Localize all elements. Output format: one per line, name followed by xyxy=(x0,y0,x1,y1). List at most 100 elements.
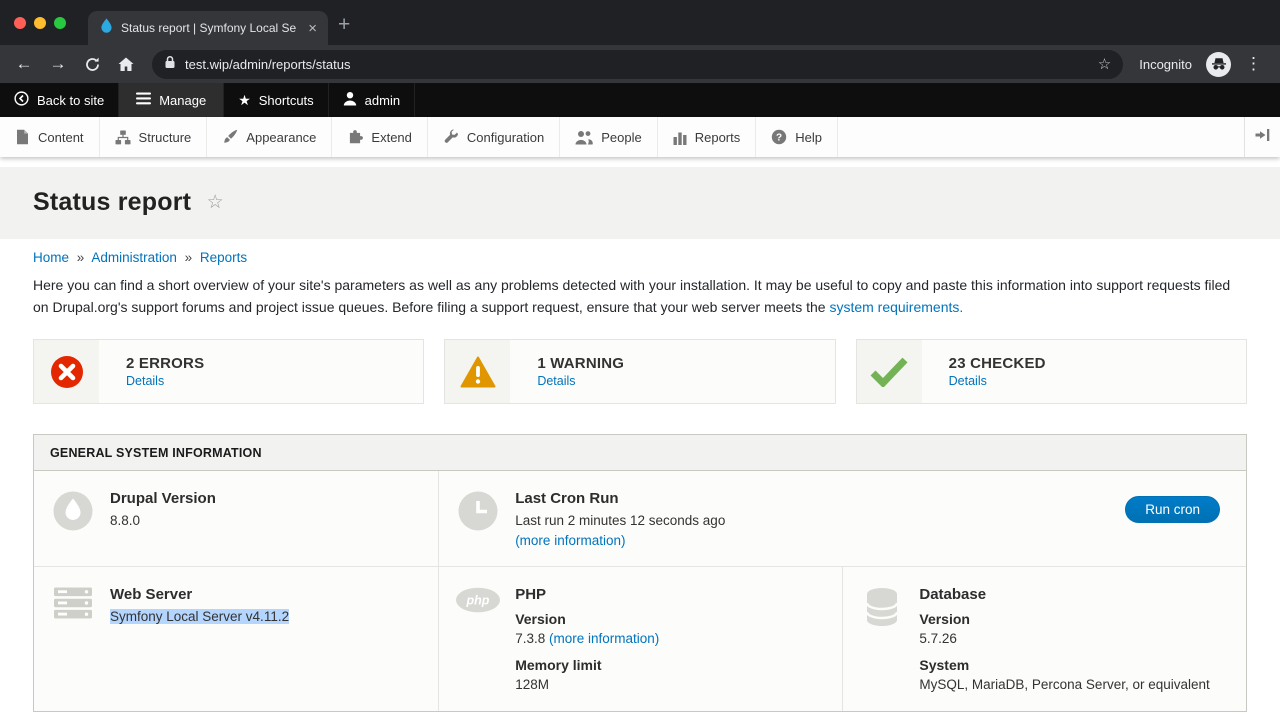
run-cron-button[interactable]: Run cron xyxy=(1125,496,1220,523)
panel-row-2: Web Server Symfony Local Server v4.11.2 … xyxy=(34,567,1246,711)
hamburger-icon xyxy=(136,92,151,108)
browser-tab[interactable]: Status report | Symfony Local Se × xyxy=(88,11,328,45)
errors-count: 2 ERRORS xyxy=(126,355,204,372)
shortcuts-star-icon: ★ xyxy=(238,93,251,107)
appearance-icon xyxy=(222,129,238,145)
database-title: Database xyxy=(919,586,1230,603)
breadcrumb-separator: » xyxy=(185,250,193,265)
cron-title: Last Cron Run xyxy=(515,490,1111,507)
php-icon: php xyxy=(455,586,501,613)
menu-item-appearance[interactable]: Appearance xyxy=(207,117,332,157)
close-window-button[interactable] xyxy=(14,17,26,29)
shortcuts-button[interactable]: ★ Shortcuts xyxy=(224,83,328,117)
back-to-site-button[interactable]: Back to site xyxy=(0,83,119,117)
system-requirements-link[interactable]: system requirements. xyxy=(829,299,963,315)
intro-paragraph: Here you can find a short overview of yo… xyxy=(33,275,1247,318)
database-version-value: 5.7.26 xyxy=(919,629,1230,649)
php-memory-limit-value: 128M xyxy=(515,675,826,695)
extend-icon xyxy=(347,129,363,145)
minimize-window-button[interactable] xyxy=(34,17,46,29)
reports-icon xyxy=(673,130,687,145)
main-content: Home » Administration » Reports Here you… xyxy=(0,250,1280,712)
panel-row-1: Drupal Version 8.8.0 Last Cron Run Last … xyxy=(34,471,1246,567)
user-account-button[interactable]: admin xyxy=(329,83,415,117)
bookmark-star-icon[interactable]: ☆ xyxy=(1098,55,1111,73)
breadcrumb-separator: » xyxy=(77,250,85,265)
svg-text:php: php xyxy=(466,594,490,608)
menu-item-help[interactable]: ? Help xyxy=(756,117,838,157)
web-server-title: Web Server xyxy=(110,586,422,603)
php-version-value: 7.3.8 xyxy=(515,631,545,646)
url-text: test.wip/admin/reports/status xyxy=(185,57,1089,72)
drupal-favicon-icon xyxy=(100,18,113,38)
database-cell: Database Version 5.7.26 System MySQL, Ma… xyxy=(842,567,1246,711)
web-server-icon xyxy=(50,586,96,619)
php-memory-limit-label: Memory limit xyxy=(515,657,826,673)
browser-menu-icon[interactable]: ⋮ xyxy=(1237,54,1270,74)
warnings-count: 1 WARNING xyxy=(537,355,624,372)
svg-text:?: ? xyxy=(776,133,782,144)
status-card-checked: 23 CHECKED Details xyxy=(856,339,1247,404)
page-header: Status report ☆ xyxy=(0,167,1280,239)
page-title: Status report xyxy=(33,188,191,216)
menu-item-extend[interactable]: Extend xyxy=(332,117,427,157)
status-card-errors: 2 ERRORS Details xyxy=(33,339,424,404)
fullscreen-window-button[interactable] xyxy=(54,17,66,29)
tab-strip: Status report | Symfony Local Se × + xyxy=(0,0,1280,45)
general-system-information-panel: GENERAL SYSTEM INFORMATION Drupal Versio… xyxy=(33,434,1247,712)
admin-menu-bar: Content Structure Appearance Extend Conf… xyxy=(0,117,1280,157)
lock-icon xyxy=(164,55,176,74)
menu-item-content[interactable]: Content xyxy=(0,117,100,157)
forward-icon[interactable]: → xyxy=(44,50,72,78)
php-more-information-link[interactable]: (more information) xyxy=(549,631,659,646)
drupal-toolbar: Back to site Manage ★ Shortcuts admin xyxy=(0,83,1280,117)
breadcrumb-reports[interactable]: Reports xyxy=(200,250,247,265)
help-icon: ? xyxy=(771,129,787,145)
panel-heading: GENERAL SYSTEM INFORMATION xyxy=(34,435,1246,471)
cron-more-information-link[interactable]: (more information) xyxy=(515,533,625,548)
reload-icon[interactable] xyxy=(78,50,106,78)
drupal-version-cell: Drupal Version 8.8.0 xyxy=(34,471,438,566)
error-icon xyxy=(34,340,99,403)
checked-details-link[interactable]: Details xyxy=(949,374,1046,388)
home-icon[interactable] xyxy=(112,50,140,78)
tab-close-icon[interactable]: × xyxy=(305,20,320,37)
database-version-label: Version xyxy=(919,611,1230,627)
intro-text: Here you can find a short overview of yo… xyxy=(33,277,1230,315)
last-cron-run-cell: Last Cron Run Last run 2 minutes 12 seco… xyxy=(438,471,1246,566)
drupal-logo-icon xyxy=(50,490,96,531)
checked-count: 23 CHECKED xyxy=(949,355,1046,372)
checkmark-icon xyxy=(857,340,922,403)
breadcrumb-home[interactable]: Home xyxy=(33,250,69,265)
structure-icon xyxy=(115,130,131,145)
content-icon xyxy=(15,129,30,145)
breadcrumb-administration[interactable]: Administration xyxy=(91,250,177,265)
incognito-icon xyxy=(1206,52,1231,77)
errors-details-link[interactable]: Details xyxy=(126,374,204,388)
new-tab-button[interactable]: + xyxy=(328,13,362,43)
menu-item-people[interactable]: People xyxy=(560,117,657,157)
php-version-label: Version xyxy=(515,611,826,627)
menu-item-structure[interactable]: Structure xyxy=(100,117,208,157)
toolbar-orientation-toggle[interactable] xyxy=(1244,117,1280,157)
back-icon[interactable]: ← xyxy=(10,50,38,78)
database-icon xyxy=(859,586,905,627)
menu-item-reports[interactable]: Reports xyxy=(658,117,757,157)
manage-button[interactable]: Manage xyxy=(119,83,224,117)
url-input[interactable]: test.wip/admin/reports/status ☆ xyxy=(152,50,1123,79)
php-cell: php PHP Version 7.3.8 (more information)… xyxy=(438,567,842,711)
collapse-arrow-icon xyxy=(1255,128,1270,147)
web-server-value: Symfony Local Server v4.11.2 xyxy=(110,609,289,624)
database-system-label: System xyxy=(919,657,1230,673)
drupal-version-title: Drupal Version xyxy=(110,490,422,507)
people-icon xyxy=(575,130,593,145)
menu-item-configuration[interactable]: Configuration xyxy=(428,117,560,157)
back-to-site-icon xyxy=(14,91,29,109)
warning-icon xyxy=(445,340,510,403)
status-card-warnings: 1 WARNING Details xyxy=(444,339,835,404)
clock-icon xyxy=(455,490,501,531)
window-controls xyxy=(0,17,80,29)
status-summary-cards: 2 ERRORS Details 1 WARNING Details 23 CH… xyxy=(33,339,1247,404)
warnings-details-link[interactable]: Details xyxy=(537,374,624,388)
favorite-star-icon[interactable]: ☆ xyxy=(207,192,224,213)
